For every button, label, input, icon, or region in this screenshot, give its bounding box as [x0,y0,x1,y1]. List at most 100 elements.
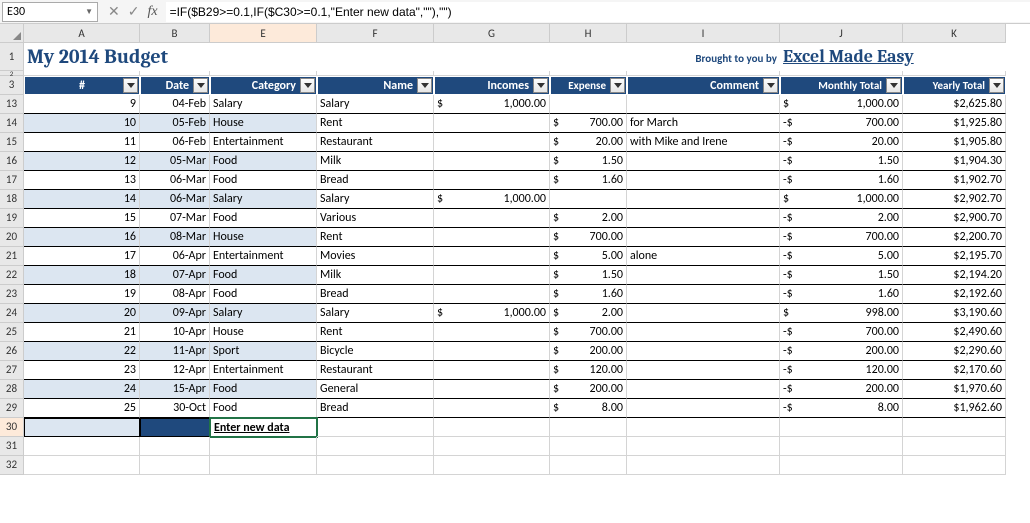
cell-monthly[interactable]: -$200.00 [780,380,903,399]
cell[interactable] [140,437,210,456]
row-header-22[interactable]: 22 [0,266,24,285]
cell[interactable] [903,418,1006,437]
row-header-17[interactable]: 17 [0,171,24,190]
cell-yearly[interactable]: $2,625.80 [903,95,1006,114]
cell-category[interactable]: House [210,228,317,247]
cell-date[interactable]: 05-Feb [140,114,210,133]
cell-category[interactable]: House [210,114,317,133]
cell-category[interactable]: Food [210,209,317,228]
cell-incomes[interactable] [434,266,550,285]
cell-monthly[interactable]: -$700.00 [780,228,903,247]
cell-date[interactable]: 06-Feb [140,133,210,152]
row-header-32[interactable]: 32 [0,456,24,475]
cell-monthly[interactable]: -$2.00 [780,209,903,228]
cell-yearly[interactable]: $2,490.60 [903,323,1006,342]
cell-date[interactable]: 15-Apr [140,380,210,399]
cell-incomes[interactable] [434,285,550,304]
cell-date[interactable]: 06-Mar [140,171,210,190]
col-header-H[interactable]: H [550,24,627,43]
cell-name[interactable]: Bread [317,399,434,418]
cell-category[interactable]: Entertainment [210,133,317,152]
cell[interactable] [780,437,903,456]
cell-name[interactable]: Movies [317,247,434,266]
cell-expense[interactable] [550,95,627,114]
cell-comment[interactable] [627,380,780,399]
row-header-26[interactable]: 26 [0,342,24,361]
cell[interactable] [627,418,780,437]
col-header-category[interactable]: Category [210,76,317,95]
cell-date[interactable]: 08-Mar [140,228,210,247]
cell-monthly[interactable]: -$1.60 [780,171,903,190]
cell-monthly[interactable]: $1,000.00 [780,190,903,209]
cell-comment[interactable] [627,304,780,323]
cell-date[interactable]: 07-Apr [140,266,210,285]
cell-num[interactable]: 25 [24,399,140,418]
cell-name[interactable]: Bread [317,171,434,190]
cell-name[interactable]: Salary [317,190,434,209]
col-header-J[interactable]: J [780,24,903,43]
cell-num[interactable]: 24 [24,380,140,399]
cell[interactable] [317,418,434,437]
cell-incomes[interactable] [434,114,550,133]
cell-category[interactable]: Sport [210,342,317,361]
cell-incomes[interactable] [434,323,550,342]
fx-icon[interactable]: fx [147,4,157,20]
col-header-incomes[interactable]: Incomes [434,76,550,95]
cell-incomes[interactable] [434,361,550,380]
row-header-27[interactable]: 27 [0,361,24,380]
cell-name[interactable]: Rent [317,114,434,133]
cell-date[interactable]: 12-Apr [140,361,210,380]
cell-date[interactable]: 06-Mar [140,190,210,209]
cancel-icon[interactable]: ✕ [108,3,120,20]
cell[interactable] [903,456,1006,475]
cell-name[interactable]: General [317,380,434,399]
cell-expense[interactable]: $700.00 [550,114,627,133]
row-header-13[interactable]: 13 [0,95,24,114]
cell-comment[interactable] [627,399,780,418]
cell-comment[interactable] [627,323,780,342]
row-header-16[interactable]: 16 [0,152,24,171]
cell-num[interactable]: 10 [24,114,140,133]
cell-yearly[interactable]: $2,290.60 [903,342,1006,361]
row-header-28[interactable]: 28 [0,380,24,399]
cell-comment[interactable] [627,342,780,361]
cell-num[interactable]: 18 [24,266,140,285]
cell-category[interactable]: Food [210,266,317,285]
cell-category[interactable]: House [210,323,317,342]
cell-incomes[interactable] [434,171,550,190]
cell[interactable] [780,456,903,475]
cell-comment[interactable]: for March [627,114,780,133]
col-header-num[interactable]: # [24,76,140,95]
cell-monthly[interactable]: -$1.50 [780,152,903,171]
cell[interactable] [627,437,780,456]
cell-monthly[interactable]: $998.00 [780,304,903,323]
cell-expense[interactable]: $700.00 [550,228,627,247]
cell-monthly[interactable]: -$5.00 [780,247,903,266]
cell-comment[interactable] [627,171,780,190]
cell-category[interactable]: Salary [210,95,317,114]
cell-date[interactable]: 05-Mar [140,152,210,171]
cell-num[interactable]: 23 [24,361,140,380]
cell-expense[interactable]: $200.00 [550,380,627,399]
entry-prompt-cell[interactable]: Enter new data [210,418,317,437]
cell-expense[interactable]: $1.50 [550,266,627,285]
cell-name[interactable]: Milk [317,152,434,171]
cell-date[interactable]: 09-Apr [140,304,210,323]
cell-incomes[interactable] [434,247,550,266]
cell-monthly[interactable]: -$700.00 [780,114,903,133]
cell-num[interactable]: 22 [24,342,140,361]
cell-expense[interactable]: $700.00 [550,323,627,342]
cell-incomes[interactable] [434,342,550,361]
cell-comment[interactable] [627,361,780,380]
cell-expense[interactable]: $2.00 [550,304,627,323]
filter-icon[interactable] [989,78,1004,93]
cell-expense[interactable]: $1.50 [550,152,627,171]
cell-date[interactable]: 07-Mar [140,209,210,228]
cell-num[interactable]: 17 [24,247,140,266]
cell-date[interactable]: 10-Apr [140,323,210,342]
col-header-K[interactable]: K [903,24,1006,43]
cell[interactable] [434,418,550,437]
cell-incomes[interactable]: $1,000.00 [434,95,550,114]
filter-icon[interactable] [417,78,432,93]
cell-comment[interactable] [627,152,780,171]
